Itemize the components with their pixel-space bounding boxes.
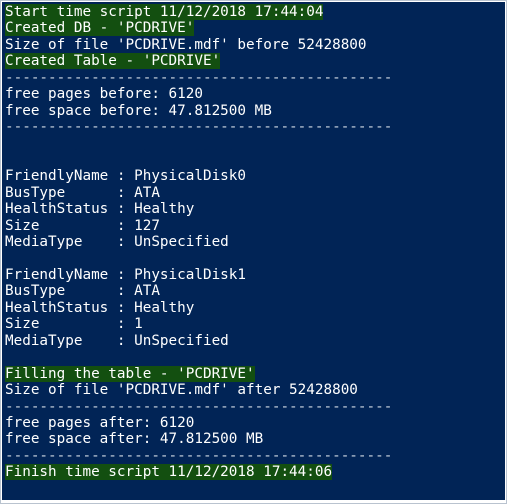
console-line: Size of file 'PCDRIVE.mdf' after 5242880… bbox=[5, 382, 505, 398]
console-text: Size : 1 bbox=[5, 316, 143, 333]
console-text: HealthStatus : Healthy bbox=[5, 299, 195, 316]
console-text: ----------------------------------------… bbox=[5, 119, 393, 136]
console-line: Size of file 'PCDRIVE.mdf' before 524288… bbox=[5, 37, 505, 53]
console-line: MediaType : UnSpecified bbox=[5, 234, 505, 250]
console-text: ----------------------------------------… bbox=[5, 398, 393, 415]
console-text: BusType : ATA bbox=[5, 184, 160, 201]
separator-line: ----------------------------------------… bbox=[5, 119, 505, 135]
console-text: Size of file 'PCDRIVE.mdf' before 524288… bbox=[5, 36, 367, 53]
console-text: free space before: 47.812500 MB bbox=[5, 102, 272, 119]
highlighted-status-text: Finish time script 11/12/2018 17:44:06 bbox=[5, 464, 333, 481]
highlighted-status-text: Created DB - 'PCDRIVE' bbox=[5, 20, 195, 37]
console-line: BusType : ATA bbox=[5, 185, 505, 201]
console-line: HealthStatus : Healthy bbox=[5, 201, 505, 217]
console-text: FriendlyName : PhysicalDisk0 bbox=[5, 168, 247, 185]
console-window-frame: Start time script 11/12/2018 17:44:04 Cre… bbox=[0, 0, 507, 504]
console-text: Size : 127 bbox=[5, 217, 160, 234]
console-line: FriendlyName : PhysicalDisk1 bbox=[5, 267, 505, 283]
console-lines: Start time script 11/12/2018 17:44:04 Cre… bbox=[5, 4, 505, 481]
console-text: free pages before: 6120 bbox=[5, 86, 203, 103]
console-line: Start time script 11/12/2018 17:44:04 bbox=[5, 4, 505, 20]
console-line: Finish time script 11/12/2018 17:44:06 bbox=[5, 464, 505, 481]
console-text: MediaType : UnSpecified bbox=[5, 332, 229, 349]
console-line: MediaType : UnSpecified bbox=[5, 333, 505, 349]
console-text: ----------------------------------------… bbox=[5, 69, 393, 86]
console-text: HealthStatus : Healthy bbox=[5, 201, 195, 218]
console-line: FriendlyName : PhysicalDisk0 bbox=[5, 168, 505, 184]
console-line: free pages before: 6120 bbox=[5, 86, 505, 102]
console-text: BusType : ATA bbox=[5, 283, 160, 300]
console-line: Size : 127 bbox=[5, 218, 505, 234]
console-text: ----------------------------------------… bbox=[5, 447, 393, 464]
console-line: BusType : ATA bbox=[5, 283, 505, 299]
separator-line: ----------------------------------------… bbox=[5, 448, 505, 464]
console-text: MediaType : UnSpecified bbox=[5, 234, 229, 251]
separator-line: ----------------------------------------… bbox=[5, 399, 505, 415]
highlighted-status-text: Start time script 11/12/2018 17:44:04 bbox=[5, 4, 324, 20]
console-line: free space after: 47.812500 MB bbox=[5, 431, 505, 447]
console-line: free pages after: 6120 bbox=[5, 415, 505, 431]
highlighted-status-text: Filling the table - 'PCDRIVE' bbox=[5, 365, 255, 382]
highlighted-status-text: Created Table - 'PCDRIVE' bbox=[5, 53, 221, 70]
console-text: free pages after: 6120 bbox=[5, 414, 195, 431]
console-line: HealthStatus : Healthy bbox=[5, 300, 505, 316]
console-line: Created DB - 'PCDRIVE' bbox=[5, 20, 505, 37]
separator-line: ----------------------------------------… bbox=[5, 70, 505, 86]
console-text: FriendlyName : PhysicalDisk1 bbox=[5, 267, 247, 283]
powershell-console-output: Start time script 11/12/2018 17:44:04 Cre… bbox=[2, 2, 505, 500]
console-line: Created Table - 'PCDRIVE' bbox=[5, 53, 505, 70]
console-line: Size : 1 bbox=[5, 316, 505, 332]
console-text: Size of file 'PCDRIVE.mdf' after 5242880… bbox=[5, 382, 358, 399]
console-text: free space after: 47.812500 MB bbox=[5, 431, 264, 448]
console-line: Filling the table - 'PCDRIVE' bbox=[5, 365, 505, 382]
console-line: free space before: 47.812500 MB bbox=[5, 103, 505, 119]
